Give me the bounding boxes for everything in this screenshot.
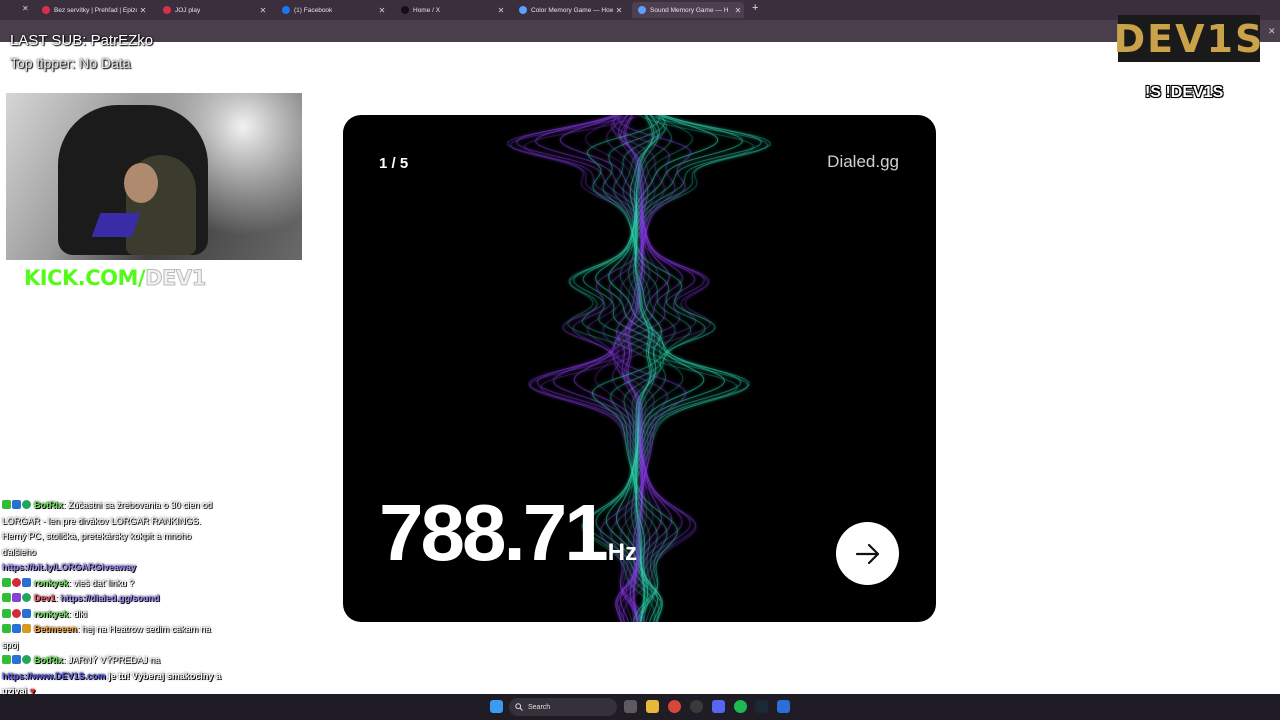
webcam-feed <box>6 93 302 260</box>
chat-badge-icon <box>22 593 31 602</box>
chat-badge-icon <box>2 608 11 618</box>
chrome-icon[interactable] <box>668 700 681 713</box>
close-icon[interactable]: ✕ <box>1268 26 1276 37</box>
chat-badge-icon <box>2 500 11 509</box>
chat-text: vieš dať linku ? <box>73 577 134 588</box>
tab-title: (1) Facebook <box>294 6 333 14</box>
browser-toolbar <box>0 20 1280 42</box>
tab-favicon-icon <box>401 6 409 14</box>
brand-logo: Dialed.gg <box>827 152 899 171</box>
tab-title: Sound Memory Game — H <box>650 6 729 14</box>
close-icon[interactable]: ✕ <box>22 4 29 13</box>
chat-message: ronkyek: diki <box>2 607 222 623</box>
chat-badge-icon <box>22 608 31 618</box>
close-tab-icon[interactable]: ✕ <box>495 6 507 15</box>
command-label: !S !DEV1S <box>1145 84 1224 101</box>
tab-favicon-icon <box>282 6 290 14</box>
tab-favicon-icon <box>42 6 50 14</box>
tab-title: Bez servítky | Prehľad | Epizódy <box>54 6 137 14</box>
chat-badge-icon <box>22 624 31 633</box>
chat-badge-icon <box>12 608 21 618</box>
last-sub-label: LAST SUB: PatrEZko <box>10 32 154 49</box>
close-tab-icon[interactable]: ✕ <box>613 6 625 15</box>
search-icon <box>515 703 523 711</box>
chat-link[interactable]: https://dialed.gg/sound <box>61 593 160 603</box>
frequency-unit: Hz <box>607 539 638 566</box>
chat-text: JARNÝ VÝPREDAJ na <box>68 655 161 665</box>
chat-badge-icon <box>2 655 11 664</box>
chat-link[interactable]: https://bit.ly/LORGARGiveaway <box>2 562 136 572</box>
chat-badge-icon <box>22 655 31 664</box>
chat-badge-icon <box>22 577 31 587</box>
browser-tab[interactable]: Color Memory Game — How W✕ <box>513 2 625 18</box>
discord-icon[interactable] <box>712 700 725 713</box>
tab-favicon-icon <box>638 6 646 14</box>
chat-username[interactable]: BotRix <box>34 500 63 510</box>
arrow-right-icon <box>855 543 879 564</box>
chat-badge-icon <box>12 655 21 664</box>
chat-username[interactable]: Betmeeen <box>34 624 77 634</box>
chat-badge-icon <box>2 624 11 633</box>
top-tipper-label: Top tipper: No Data <box>10 55 131 71</box>
chat-message: BotRix: Zúčastni sa žrebovania o 30 cien… <box>2 498 222 576</box>
spotify-icon[interactable] <box>734 700 747 713</box>
task-view-icon[interactable] <box>624 700 637 713</box>
tab-title: JOJ play <box>175 6 201 14</box>
browser-tab[interactable]: Bez servítky | Prehľad | Epizódy ✕ <box>36 2 149 18</box>
chat-badge-icon <box>12 577 21 587</box>
windows-start-icon[interactable] <box>490 700 503 713</box>
chat-message: ronkyek: vieš dať linku ? <box>2 576 222 592</box>
frequency-value: 788.71 <box>379 488 609 577</box>
chat-badge-icon <box>2 577 11 587</box>
chat-badge-icon <box>2 593 11 602</box>
close-tab-icon[interactable]: ✕ <box>257 6 269 15</box>
tab-favicon-icon <box>163 6 171 14</box>
chat-username[interactable]: ronkyek <box>34 609 69 619</box>
tab-title: Color Memory Game — How W <box>531 6 613 14</box>
chat-message: Betmeeen: hej na Heatrow sedim cakam na … <box>2 622 222 653</box>
chat-message: Dev1: https://dialed.gg/sound <box>2 591 222 607</box>
chat-username[interactable]: BotRix <box>34 655 63 665</box>
channel-logo: DEV1S <box>1113 15 1265 62</box>
obs-icon[interactable] <box>690 700 703 713</box>
chat-badge-icon <box>12 624 21 633</box>
chat-username[interactable]: ronkyek <box>34 578 69 588</box>
new-tab-button[interactable]: + <box>752 2 758 14</box>
close-tab-icon[interactable]: ✕ <box>732 6 744 15</box>
chat-text: diki <box>73 608 88 619</box>
taskbar-search[interactable]: Search <box>509 698 617 716</box>
next-button[interactable] <box>836 522 899 585</box>
tab-favicon-icon <box>519 6 527 14</box>
browser-tab[interactable]: JOJ play ✕ <box>157 2 269 18</box>
chat-link[interactable]: https://www.DEV1S.com <box>2 671 106 681</box>
chat-message: BotRix: JARNÝ VÝPREDAJ na <box>2 653 222 669</box>
browser-tab[interactable]: Home / X ✕ <box>395 2 507 18</box>
browser-tab[interactable]: (1) Facebook ✕ <box>276 2 388 18</box>
kick-channel-url: KICK.COM/DEV1 <box>24 266 207 291</box>
chat-badge-icon <box>12 500 21 509</box>
sound-memory-card: 1 / 5 Dialed.gg 788.71 Hz <box>343 115 936 622</box>
close-tab-icon[interactable]: ✕ <box>376 6 388 15</box>
browser-tab-strip: ✕ Bez servítky | Prehľad | Epizódy ✕ JOJ p… <box>0 0 1280 20</box>
file-explorer-icon[interactable] <box>646 700 659 713</box>
frequency-readout: 788.71 Hz <box>379 493 637 573</box>
chat-badge-icon <box>22 500 31 509</box>
tab-title: Home / X <box>413 6 441 14</box>
windows-taskbar: Search <box>0 694 1280 720</box>
steam-icon[interactable] <box>755 700 768 713</box>
chat-badge-icon <box>12 593 21 602</box>
browser-tab[interactable]: Sound Memory Game — H ✕ <box>632 2 744 18</box>
round-counter: 1 / 5 <box>379 155 409 172</box>
close-tab-icon[interactable]: ✕ <box>137 6 149 15</box>
app-icon[interactable] <box>777 700 790 713</box>
chat-username[interactable]: Dev1 <box>34 593 56 603</box>
chat-panel: BotRix: Zúčastni sa žrebovania o 30 cien… <box>2 498 222 700</box>
